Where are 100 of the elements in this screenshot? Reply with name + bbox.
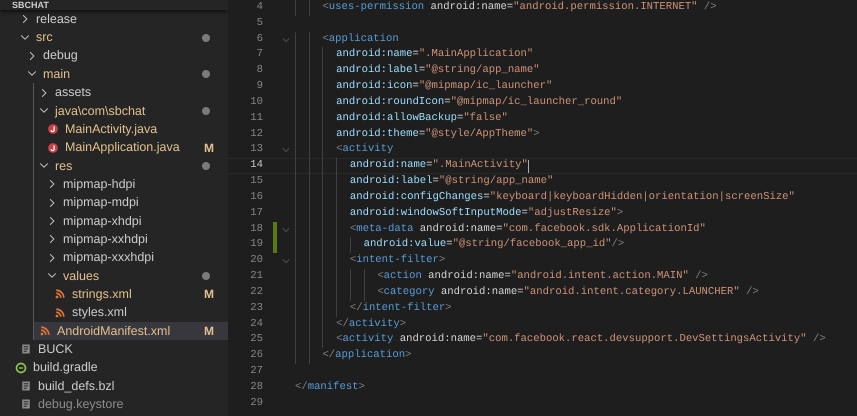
line-number: 24 — [249, 316, 263, 332]
code-line: android:theme="@style/AppTheme"> — [336, 126, 540, 142]
chevron-right-icon — [47, 216, 57, 226]
line-number: 10 — [249, 94, 263, 110]
tree-item[interactable]: MainActivity.java — [34, 120, 228, 138]
file-name: styles.xml — [72, 304, 128, 322]
file-name: mipmap-xhdpi — [63, 212, 143, 230]
file-name: values — [63, 268, 100, 285]
tree-item[interactable]: build.gradle — [0, 358, 228, 377]
file-name: AndroidManifest.xml — [57, 322, 172, 340]
tree-item[interactable]: AndroidManifest.xml M — [34, 322, 228, 340]
line-number: 20 — [249, 253, 263, 268]
line-number: 18 — [249, 222, 263, 237]
code-line: <uses-permission android:name="android.permission.INTERNET" /> — [322, 0, 717, 15]
code-line: <activity android:name="com.facebook.react.devsupport.DevSettingsActivity" /> — [336, 332, 826, 348]
file-icon — [20, 380, 32, 392]
line-number: 23 — [249, 300, 263, 316]
tree-item[interactable]: debug.keystore — [0, 395, 228, 414]
line-number: 9 — [256, 79, 263, 94]
git-status-label: M — [204, 286, 214, 304]
line-number: 11 — [249, 110, 263, 126]
line-number: 28 — [249, 380, 263, 395]
code-line: <intent-filter> — [350, 253, 446, 268]
code-line: <category android:name="android.intent.category.LAUNCHER" /> — [377, 284, 759, 300]
rss-icon — [54, 288, 66, 300]
gradle-file-icon — [15, 362, 27, 374]
chevron-right-icon — [27, 50, 37, 61]
line-number: 12 — [249, 126, 263, 142]
line-number: 25 — [249, 332, 263, 348]
file-name: release — [36, 10, 78, 28]
chevron-right-icon — [47, 234, 57, 244]
chevron-right-icon — [47, 198, 57, 208]
code-line: </intent-filter> — [350, 300, 452, 316]
tree-item[interactable]: release — [0, 10, 228, 28]
file-name: assets — [55, 84, 92, 102]
tree-item[interactable]: src — [0, 28, 228, 47]
chevron-right-icon — [20, 14, 30, 24]
code-line: android:configChanges="keyboard|keyboardHidden|orientation|screenSize" — [350, 190, 795, 205]
code-line: <action android:name="android.intent.action.MAIN" /> — [377, 269, 708, 284]
line-number: 14 — [249, 158, 263, 174]
chevron-right-icon — [47, 179, 57, 190]
line-number: 15 — [249, 174, 263, 190]
tree-item[interactable]: mipmap-hdpi — [34, 175, 228, 194]
code-line: android:name=".MainApplication" — [336, 47, 534, 62]
line-number: 8 — [256, 63, 263, 78]
file-name: build_defs.bzl — [38, 378, 116, 395]
file-name: build.gradle — [33, 359, 99, 376]
tree-item[interactable]: debug — [0, 46, 228, 66]
tree-item[interactable]: mipmap-xhdpi — [34, 212, 228, 230]
line-number: 19 — [249, 237, 263, 252]
file-name: MainActivity.java — [65, 120, 158, 138]
java-file-icon — [47, 142, 59, 154]
tree-item[interactable]: strings.xml M — [34, 285, 228, 304]
tree-item[interactable]: build_defs.bzl — [0, 376, 228, 396]
code-line: </application> — [322, 348, 412, 364]
tree-item[interactable]: values — [34, 266, 228, 286]
line-number: 7 — [256, 47, 263, 62]
chevron-right-icon — [47, 252, 57, 263]
file-name: res — [55, 158, 74, 175]
file-name: mipmap-xxhdpi — [63, 230, 149, 248]
code-line: <activity — [336, 142, 394, 158]
file-name: main — [43, 66, 72, 83]
code-line: android:label="@string/app_name" — [336, 63, 540, 78]
file-name: src — [36, 29, 54, 46]
tree-item[interactable]: java\com\sbchat — [34, 102, 228, 120]
line-number: 27 — [249, 364, 263, 380]
line-number: 5 — [256, 16, 263, 31]
code-line: android:value="@string/facebook_app_id"/> — [364, 237, 624, 252]
tree-item[interactable]: BUCK — [0, 340, 228, 359]
code-line: android:name=".MainActivity" — [350, 158, 528, 174]
file-icon — [20, 398, 32, 410]
file-name: debug — [43, 47, 79, 64]
code-line: </manifest> — [295, 380, 365, 395]
chevron-right-icon — [39, 88, 49, 98]
file-name: BUCK — [38, 340, 74, 358]
file-name: java\com\sbchat — [55, 102, 146, 120]
code-line: </activity> — [336, 316, 406, 332]
tree-item[interactable]: styles.xml — [34, 304, 228, 322]
file-icon — [20, 343, 32, 356]
code-line: <application — [322, 32, 399, 47]
file-name: debug.keystore — [38, 396, 124, 414]
code-line: android:allowBackup="false" — [336, 110, 508, 126]
file-name: mipmap-xxxhdpi — [63, 249, 156, 266]
tree-item[interactable]: main — [0, 65, 228, 84]
file-name: strings.xml — [72, 286, 133, 303]
line-number: 26 — [249, 348, 263, 364]
code-line: android:label="@string/app_name" — [350, 174, 554, 190]
tree-item[interactable]: assets — [34, 83, 228, 102]
java-file-icon — [47, 123, 59, 136]
code-line: android:roundIcon="@mipmap/ic_launcher_round" — [336, 94, 622, 110]
explorer-section-title: SBCHAT — [0, 0, 228, 10]
tree-item[interactable]: mipmap-mdpi — [34, 193, 228, 212]
file-name: mipmap-mdpi — [63, 194, 140, 212]
tree-item[interactable]: MainApplication.java M — [34, 138, 228, 157]
tree-item[interactable]: mipmap-xxhdpi — [34, 230, 228, 248]
line-number: 6 — [256, 32, 263, 47]
tree-item[interactable]: res — [34, 156, 228, 176]
tree-item[interactable]: mipmap-xxxhdpi — [34, 248, 228, 267]
line-number: 17 — [249, 206, 263, 221]
line-number: 22 — [249, 284, 263, 300]
